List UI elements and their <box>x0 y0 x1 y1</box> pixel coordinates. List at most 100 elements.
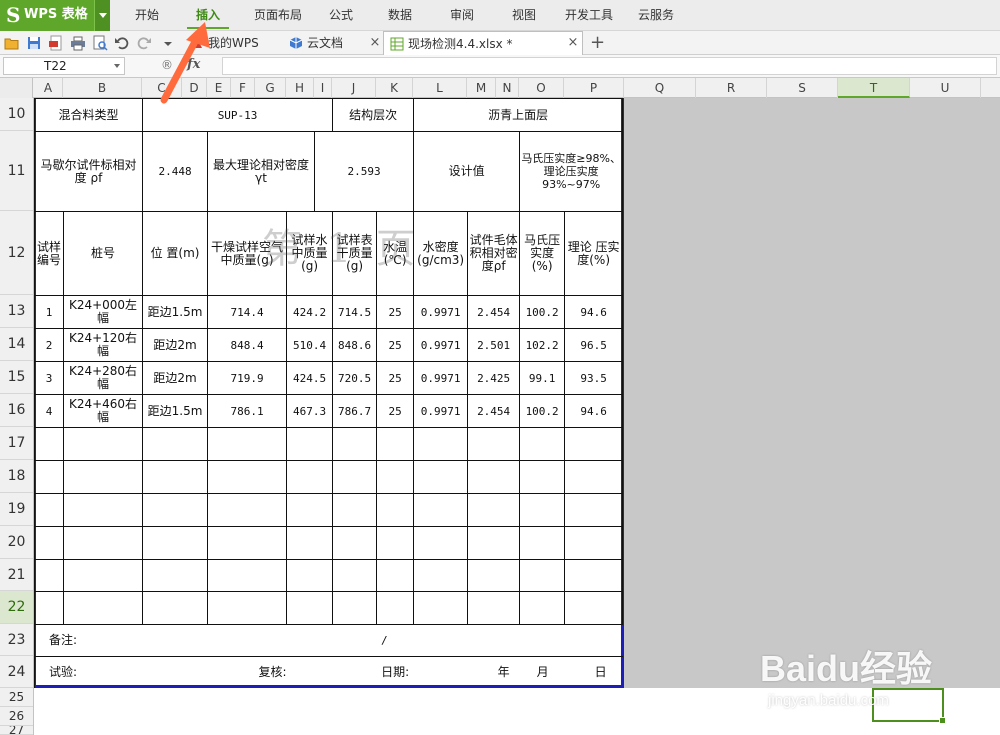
row-header[interactable]: 21 <box>0 559 33 591</box>
save-icon[interactable] <box>26 35 42 51</box>
header-theory-compaction[interactable]: 理论 压实度(%) <box>564 211 624 296</box>
menu-view[interactable]: 视图 <box>501 0 547 31</box>
menu-page-layout[interactable]: 页面布局 <box>246 0 310 31</box>
notes-label[interactable]: 备注: <box>33 624 143 657</box>
empty-cell[interactable] <box>286 559 334 592</box>
cell-water-density[interactable]: 0.9971 <box>413 361 469 395</box>
row-header[interactable]: 24 <box>0 656 33 688</box>
empty-cell[interactable] <box>519 559 566 592</box>
cell-sample-no[interactable]: 1 <box>34 295 64 329</box>
empty-cell[interactable] <box>413 624 623 657</box>
cell-sample-no[interactable]: 3 <box>34 361 64 395</box>
empty-cell[interactable] <box>376 493 415 527</box>
active-cell-selection[interactable] <box>872 688 946 724</box>
empty-cell[interactable] <box>142 559 209 592</box>
print-preview-icon[interactable] <box>92 35 108 51</box>
empty-cell[interactable] <box>142 493 209 527</box>
empty-cell[interactable] <box>62 559 144 592</box>
row-header[interactable]: 27 <box>0 726 33 735</box>
column-header[interactable]: R <box>696 78 767 98</box>
empty-cell[interactable] <box>286 427 334 461</box>
column-header[interactable]: G <box>255 78 286 98</box>
empty-cell[interactable] <box>467 526 521 560</box>
cell-bulk-density[interactable]: 2.454 <box>467 295 521 329</box>
empty-cell[interactable] <box>332 591 378 625</box>
column-header[interactable]: U <box>910 78 981 98</box>
row-header[interactable]: 15 <box>0 361 33 394</box>
grid-below-print-area[interactable] <box>34 688 1000 735</box>
marshall-density-label[interactable]: 马歇尔试件标相对度 ρf <box>33 131 144 212</box>
empty-cell[interactable] <box>34 526 64 560</box>
row-header[interactable]: 12 <box>0 211 33 295</box>
empty-cell[interactable] <box>62 591 144 625</box>
cell-saturated-mass[interactable]: 848.6 <box>332 328 378 362</box>
cell-saturated-mass[interactable]: 714.5 <box>332 295 378 329</box>
empty-cell[interactable] <box>286 591 334 625</box>
empty-cell[interactable] <box>413 493 469 527</box>
cell-position[interactable]: 距边2m <box>142 328 209 362</box>
empty-cell[interactable] <box>413 559 469 592</box>
cell-dry-mass[interactable]: 848.4 <box>207 328 288 362</box>
column-header[interactable]: E <box>207 78 231 98</box>
column-header[interactable]: F <box>231 78 255 98</box>
toolbar-dropdown-icon[interactable] <box>160 35 176 51</box>
column-header[interactable]: P <box>564 78 624 98</box>
empty-cell[interactable] <box>142 427 209 461</box>
row-header-selected[interactable]: 22 <box>0 591 33 624</box>
name-box[interactable]: T22 <box>3 57 125 75</box>
empty-cell[interactable] <box>34 460 64 494</box>
empty-cell[interactable] <box>332 427 378 461</box>
signature-date-label[interactable]: 日期: <box>376 656 414 689</box>
menu-formulas[interactable]: 公式 <box>318 0 364 31</box>
row-header[interactable]: 20 <box>0 526 33 559</box>
cell-theory-compaction[interactable]: 94.6 <box>564 295 624 329</box>
export-pdf-icon[interactable] <box>48 35 64 51</box>
cell-position[interactable]: 距边2m <box>142 361 209 395</box>
empty-cell[interactable] <box>207 493 288 527</box>
cell-bulk-density[interactable]: 2.501 <box>467 328 521 362</box>
empty-cell[interactable] <box>142 526 209 560</box>
cell-water-temp[interactable]: 25 <box>376 394 415 428</box>
cell-dry-mass[interactable]: 786.1 <box>207 394 288 428</box>
header-dry-mass[interactable]: 干燥试样空气中质量(g) <box>207 211 288 296</box>
empty-cell[interactable] <box>564 460 624 494</box>
cell-theory-compaction[interactable]: 93.5 <box>564 361 624 395</box>
empty-cell[interactable] <box>413 526 469 560</box>
empty-cell[interactable] <box>62 460 144 494</box>
design-value-text[interactable]: 马氏压实度≥98%、理论压实度93%~97% <box>519 131 624 212</box>
signature-month-label[interactable]: 月 <box>519 656 565 689</box>
open-folder-icon[interactable] <box>4 35 20 51</box>
empty-cell[interactable] <box>34 559 64 592</box>
max-density-value[interactable]: 2.593 <box>314 131 415 212</box>
empty-cell[interactable] <box>332 656 377 689</box>
header-marshall-compaction[interactable]: 马氏压实度(%) <box>519 211 566 296</box>
mix-type-label[interactable]: 混合料类型 <box>33 98 144 132</box>
empty-cell[interactable] <box>34 493 64 527</box>
insert-function-icon[interactable]: fx <box>187 57 200 72</box>
empty-cell[interactable] <box>34 427 64 461</box>
cell-bulk-density[interactable]: 2.425 <box>467 361 521 395</box>
row-header[interactable]: 13 <box>0 295 33 328</box>
cell-theory-compaction[interactable]: 96.5 <box>564 328 624 362</box>
empty-cell[interactable] <box>413 460 469 494</box>
empty-cell[interactable] <box>62 427 144 461</box>
column-header[interactable]: H <box>286 78 314 98</box>
tab-active-file[interactable]: 现场检测4.4.xlsx * × <box>383 31 583 55</box>
row-header[interactable]: 16 <box>0 394 33 427</box>
column-header[interactable]: N <box>496 78 519 98</box>
empty-cell[interactable] <box>564 591 624 625</box>
column-header[interactable]: Q <box>624 78 696 98</box>
select-all-corner[interactable] <box>0 78 33 98</box>
formula-input[interactable] <box>222 57 997 75</box>
empty-cell[interactable] <box>142 460 209 494</box>
empty-cell[interactable] <box>413 591 469 625</box>
empty-cell[interactable] <box>467 591 521 625</box>
column-header[interactable]: M <box>467 78 496 98</box>
empty-cell[interactable] <box>142 591 209 625</box>
empty-cell[interactable] <box>142 656 256 689</box>
cell-water-density[interactable]: 0.9971 <box>413 328 469 362</box>
row-header[interactable]: 23 <box>0 624 33 656</box>
cell-marshall-compaction[interactable]: 100.2 <box>519 394 566 428</box>
cell-marshall-compaction[interactable]: 102.2 <box>519 328 566 362</box>
row-header[interactable]: 19 <box>0 493 33 526</box>
